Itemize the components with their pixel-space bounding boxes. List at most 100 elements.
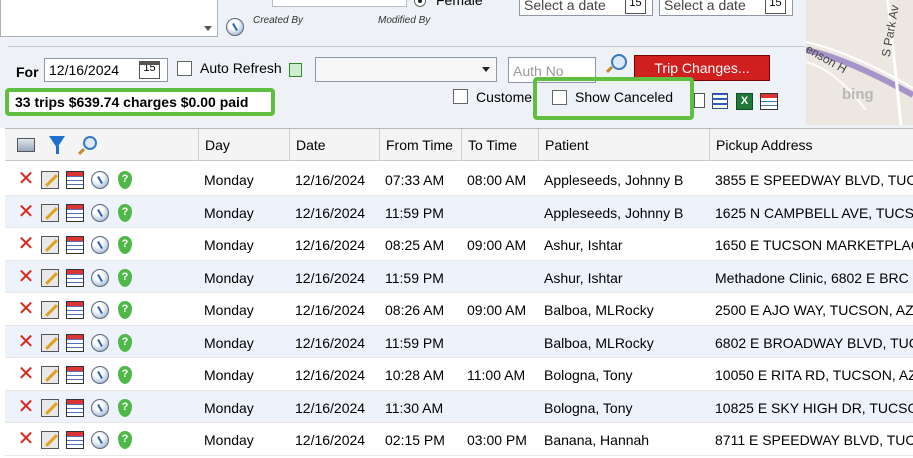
edit-icon[interactable]: [41, 398, 59, 417]
cell-to-time: 03:00 PM: [467, 432, 527, 448]
cell-date: 12/16/2024: [295, 204, 366, 221]
cell-patient: Ashur, Ishtar: [544, 269, 623, 286]
cell-date: 12/16/2024: [295, 302, 366, 318]
table-row[interactable]: ✕? Monday 12/16/2024 11:30 AM Bologna, Tony 1…: [5, 390, 913, 423]
column-header-from-time[interactable]: From Time: [379, 129, 461, 161]
delete-icon[interactable]: ✕: [17, 429, 35, 449]
female-radio[interactable]: [414, 0, 426, 7]
schedule-icon[interactable]: [66, 301, 84, 319]
table-row[interactable]: ✕? Monday 12/16/2024 11:59 PM Ashur, Ishtar M…: [5, 260, 913, 293]
section-divider: [8, 46, 805, 47]
calendar-grid-icon[interactable]: [760, 93, 778, 110]
cell-day: Monday: [204, 367, 254, 383]
cell-to-time: 09:00 AM: [467, 302, 527, 318]
help-icon[interactable]: ?: [118, 366, 132, 384]
cell-pickup-address: 2500 E AJO WAY, TUCSON, AZ: [715, 302, 913, 318]
help-icon[interactable]: ?: [118, 301, 132, 319]
info-icon[interactable]: [91, 398, 109, 417]
search-icon[interactable]: [83, 136, 97, 150]
table-row[interactable]: ✕? Monday 12/16/2024 10:28 AM 11:00 AM Bologn…: [5, 358, 913, 391]
cell-day: Monday: [204, 269, 254, 286]
edit-icon[interactable]: [41, 203, 59, 222]
schedule-icon[interactable]: [66, 431, 84, 449]
column-header-pickup-address[interactable]: Pickup Address: [709, 129, 913, 161]
table-row[interactable]: ✕? Monday 12/16/2024 08:26 AM 09:00 AM Balboa…: [5, 293, 913, 326]
edit-icon[interactable]: [41, 431, 59, 449]
column-header-to-time[interactable]: To Time: [461, 129, 538, 161]
help-icon[interactable]: ?: [118, 203, 132, 222]
cell-to-time: [461, 391, 538, 423]
notes-scroll-arrow-icon[interactable]: [204, 26, 212, 31]
notes-textarea[interactable]: [0, 0, 218, 37]
table-row[interactable]: ✕? Monday 12/16/2024 11:59 PM Appleseeds, Jo…: [5, 195, 913, 228]
table-row[interactable]: ✕? Monday 12/16/2024 07:33 AM 08:00 AM Apples…: [5, 163, 913, 196]
filter-dropdown[interactable]: [315, 57, 497, 82]
female-label: Female: [436, 0, 483, 8]
delete-icon[interactable]: ✕: [17, 234, 35, 254]
help-icon[interactable]: ?: [118, 236, 132, 254]
column-header-date[interactable]: Date: [289, 129, 379, 161]
info-icon[interactable]: [91, 431, 109, 449]
schedule-icon[interactable]: [66, 333, 84, 352]
cell-date: 12/16/2024: [295, 432, 366, 448]
show-canceled-highlight: [533, 77, 694, 120]
help-icon[interactable]: ?: [118, 333, 132, 352]
info-icon[interactable]: [91, 333, 109, 352]
auto-refresh-checkbox[interactable]: [177, 61, 192, 76]
info-icon[interactable]: [91, 236, 109, 254]
edit-icon[interactable]: [41, 171, 59, 189]
calendar-icon[interactable]: 15: [765, 0, 786, 14]
info-icon[interactable]: [91, 203, 109, 222]
cell-date: 12/16/2024: [295, 334, 366, 351]
excel-icon[interactable]: X: [736, 93, 753, 110]
cell-date: 12/16/2024: [295, 237, 366, 253]
document-icon[interactable]: [694, 93, 705, 108]
edit-icon[interactable]: [41, 366, 59, 384]
cell-to-time: 08:00 AM: [467, 172, 527, 188]
help-icon[interactable]: ?: [118, 398, 132, 417]
cell-date: 12/16/2024: [295, 172, 366, 188]
search-icon-handle: [77, 147, 86, 156]
help-icon[interactable]: ?: [118, 431, 132, 449]
calendar-icon[interactable]: 15: [139, 61, 160, 79]
refresh-icon[interactable]: [289, 63, 302, 77]
delete-icon[interactable]: ✕: [17, 169, 35, 189]
cell-pickup-address: 3855 E SPEEDWAY BLVD, TUCSC: [715, 172, 913, 188]
table-row[interactable]: ✕? Monday 12/16/2024 08:25 AM 09:00 AM Ashur,…: [5, 228, 913, 261]
help-icon[interactable]: ?: [118, 268, 132, 287]
select-date-placeholder-2: Select a date: [664, 0, 746, 13]
settings-icon[interactable]: [17, 138, 35, 152]
calendar-icon[interactable]: 15: [625, 0, 646, 14]
table-row[interactable]: ✕? Monday 12/16/2024 02:15 PM 03:00 PM Banana…: [5, 423, 913, 456]
schedule-icon[interactable]: [66, 236, 84, 254]
cell-to-time: [461, 326, 538, 358]
schedule-icon[interactable]: [66, 171, 84, 189]
edit-icon[interactable]: [41, 333, 59, 352]
edit-icon[interactable]: [41, 301, 59, 319]
info-icon[interactable]: [91, 268, 109, 287]
customer-checkbox[interactable]: [453, 89, 468, 104]
help-icon[interactable]: ?: [118, 171, 132, 189]
info-icon[interactable]: [91, 366, 109, 384]
schedule-icon[interactable]: [66, 203, 84, 222]
edit-icon[interactable]: [41, 268, 59, 287]
edit-icon[interactable]: [41, 236, 59, 254]
column-header-patient[interactable]: Patient: [538, 129, 709, 161]
delete-icon[interactable]: ✕: [17, 202, 35, 222]
delete-icon[interactable]: ✕: [17, 267, 35, 287]
delete-icon[interactable]: ✕: [17, 364, 35, 384]
map-panel[interactable]: S Park Av enson H bing: [806, 0, 913, 125]
info-icon[interactable]: [91, 171, 109, 189]
table-row[interactable]: ✕? Monday 12/16/2024 11:59 PM Balboa, MLRock…: [5, 325, 913, 358]
schedule-icon[interactable]: [66, 268, 84, 287]
schedule-icon[interactable]: [66, 398, 84, 417]
delete-icon[interactable]: ✕: [17, 299, 35, 319]
auto-refresh-label: Auto Refresh: [200, 60, 282, 76]
list-icon[interactable]: [712, 93, 728, 109]
created-by-info-icon[interactable]: [226, 18, 244, 36]
delete-icon[interactable]: ✕: [17, 332, 35, 352]
column-header-day[interactable]: Day: [198, 129, 289, 161]
info-icon[interactable]: [91, 301, 109, 319]
delete-icon[interactable]: ✕: [17, 397, 35, 417]
schedule-icon[interactable]: [66, 366, 84, 384]
